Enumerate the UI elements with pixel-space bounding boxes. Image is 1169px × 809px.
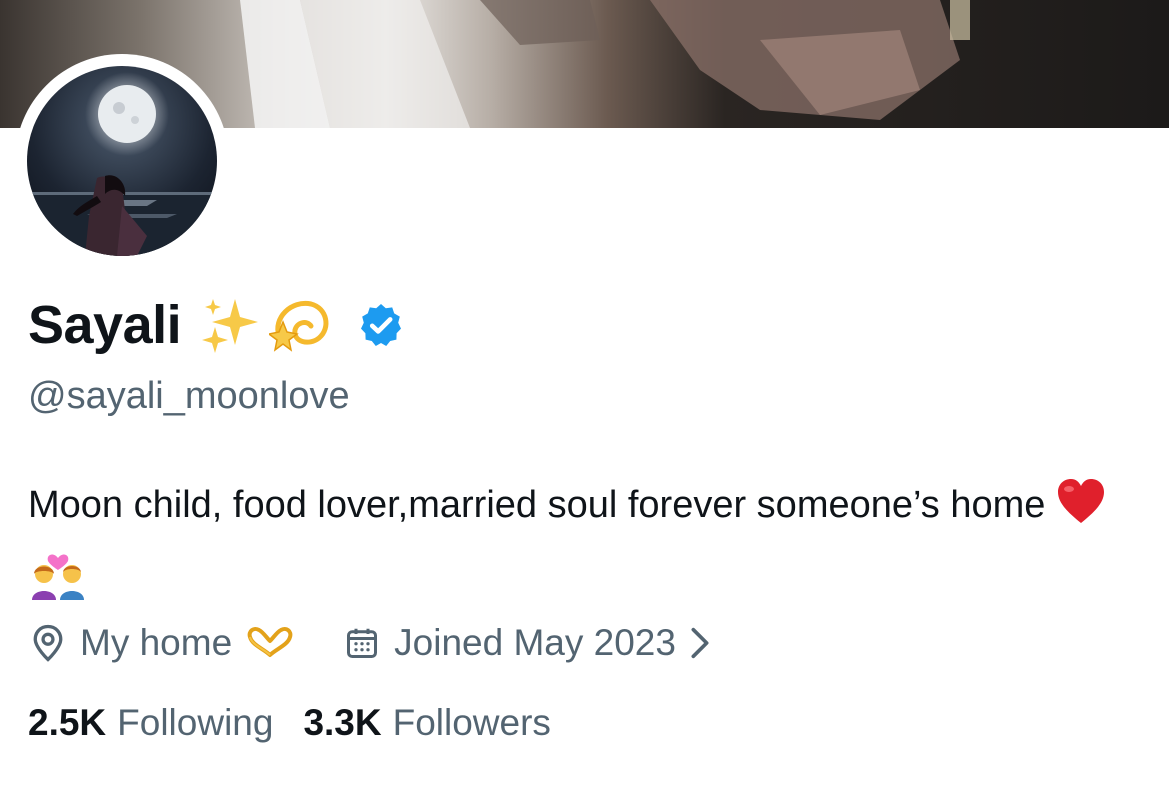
profile-name-row: Sayali bbox=[28, 290, 405, 360]
followers-count: 3.3K bbox=[303, 702, 382, 743]
name-emojis bbox=[201, 292, 335, 358]
following-count: 2.5K bbox=[28, 702, 107, 743]
display-name: Sayali bbox=[28, 295, 182, 355]
couple-with-heart-icon bbox=[28, 544, 88, 619]
location-item: My home bbox=[30, 622, 294, 664]
location-text: My home bbox=[80, 622, 233, 663]
profile-stats: 2.5K Following 3.3K Followers bbox=[28, 702, 551, 744]
joined-text: Joined May 2023 bbox=[394, 622, 676, 663]
avatar[interactable] bbox=[27, 66, 217, 256]
location-pin-icon bbox=[30, 623, 66, 663]
profile-handle: @sayali_moonlove bbox=[28, 375, 350, 417]
calendar-icon bbox=[344, 625, 380, 661]
verified-badge-icon[interactable] bbox=[357, 301, 405, 349]
heart-hands-icon bbox=[246, 625, 294, 661]
profile-bio: Moon child, food lover,married soul fore… bbox=[28, 474, 1148, 619]
bio-text: Moon child, food lover,married soul fore… bbox=[28, 484, 1046, 526]
following-label: Following bbox=[117, 702, 274, 743]
followers-stat[interactable]: 3.3K Followers bbox=[303, 702, 550, 744]
chevron-right-icon bbox=[690, 626, 710, 660]
dizzy-icon bbox=[269, 300, 329, 352]
joined-item[interactable]: Joined May 2023 bbox=[344, 622, 710, 664]
sparkles-icon bbox=[202, 299, 259, 353]
red-heart-icon bbox=[1056, 477, 1106, 544]
profile-meta-row: My home Joined May 2023 bbox=[30, 616, 710, 670]
followers-label: Followers bbox=[392, 702, 551, 743]
following-stat[interactable]: 2.5K Following bbox=[28, 702, 273, 744]
